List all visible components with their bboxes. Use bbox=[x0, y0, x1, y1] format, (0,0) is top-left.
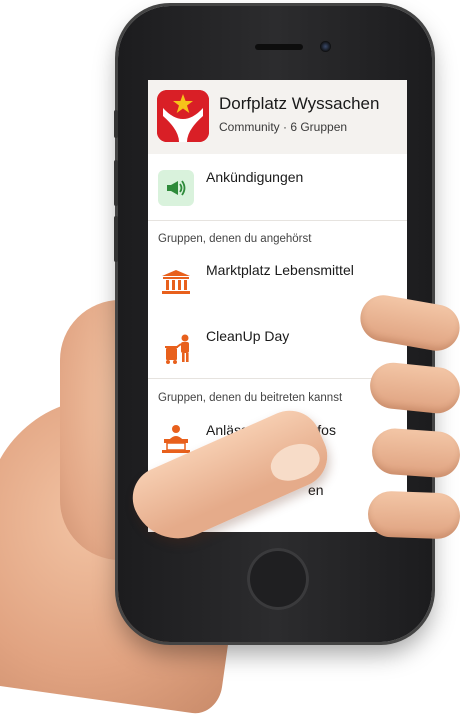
announcements-item[interactable]: Ankündigungen bbox=[148, 160, 407, 220]
market-building-icon bbox=[158, 262, 194, 298]
member-groups-heading: Gruppen, denen du angehörst bbox=[158, 233, 312, 245]
finger bbox=[367, 490, 460, 540]
announcements-label: Ankündigungen bbox=[206, 169, 304, 185]
group-label: CleanUp Day bbox=[206, 328, 290, 344]
group-label: Marktplatz Lebensmittel bbox=[206, 262, 354, 278]
group-label: en bbox=[308, 482, 324, 498]
volume-down-button bbox=[114, 216, 118, 262]
community-subtitle: Community · 6 Gruppen bbox=[219, 120, 348, 134]
meeting-table-icon bbox=[158, 420, 194, 456]
community-title: Dorfplatz Wyssachen bbox=[219, 94, 380, 113]
volume-up-button bbox=[114, 160, 118, 206]
section-divider bbox=[148, 378, 407, 379]
mute-switch bbox=[114, 110, 118, 138]
front-camera bbox=[320, 41, 331, 52]
finger bbox=[370, 426, 460, 480]
community-logo bbox=[157, 90, 209, 142]
home-button[interactable] bbox=[247, 548, 309, 610]
megaphone-icon bbox=[158, 170, 194, 206]
joinable-groups-heading: Gruppen, denen du beitreten kannst bbox=[158, 392, 343, 404]
cleanup-person-icon bbox=[158, 330, 194, 366]
wyssachen-crest-icon bbox=[157, 90, 209, 142]
section-divider bbox=[148, 220, 407, 221]
earpiece-speaker bbox=[255, 44, 303, 50]
community-header[interactable]: Dorfplatz Wyssachen Community · 6 Gruppe… bbox=[148, 80, 407, 154]
